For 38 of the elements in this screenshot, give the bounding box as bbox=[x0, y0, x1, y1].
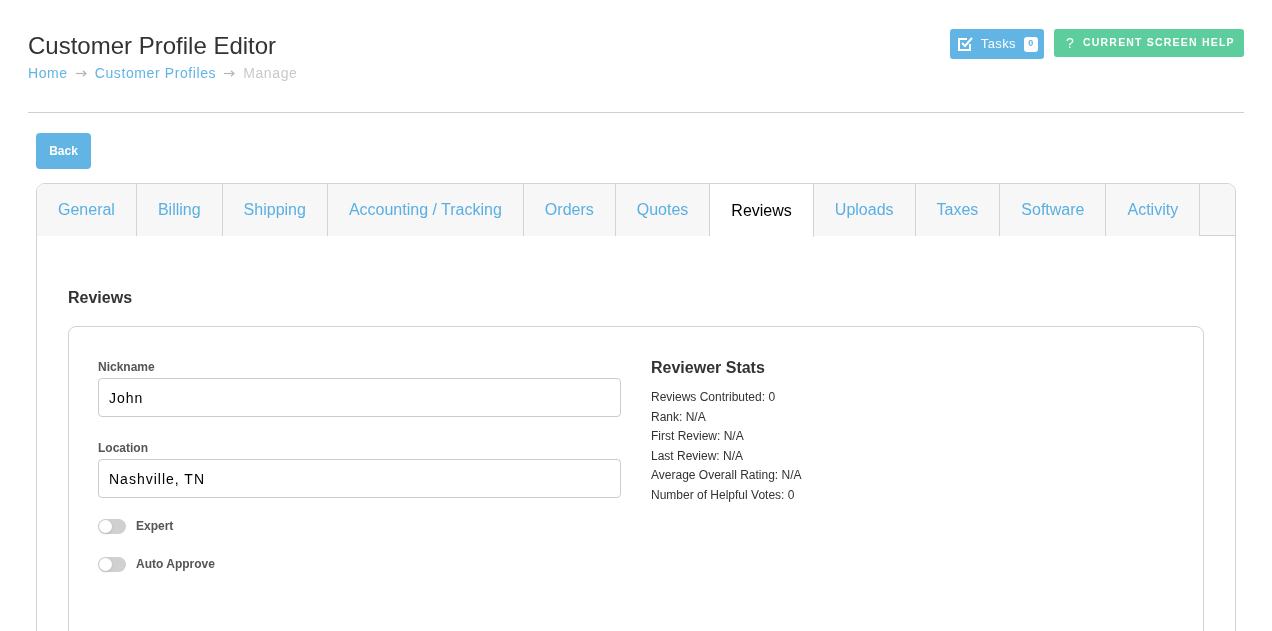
toggle-label: Expert bbox=[136, 518, 174, 534]
stat-line: Average Overall Rating: N/A bbox=[651, 467, 802, 484]
page-title: Customer Profile Editor bbox=[28, 31, 277, 61]
field-label: Nickname bbox=[98, 359, 155, 375]
tab[interactable]: Software bbox=[1000, 184, 1107, 236]
section-title: Reviews bbox=[68, 288, 133, 308]
question-mark-icon: ? bbox=[1066, 36, 1075, 50]
tab[interactable]: Quotes bbox=[615, 184, 711, 236]
toggle-switch[interactable] bbox=[98, 556, 126, 572]
stats-title: Reviewer Stats bbox=[651, 358, 765, 378]
breadcrumb-link[interactable]: Home bbox=[28, 63, 68, 83]
text-field[interactable]: John bbox=[98, 378, 621, 417]
tab[interactable]: Billing bbox=[136, 184, 223, 236]
tab[interactable]: Reviews bbox=[710, 184, 814, 237]
checked-box-icon bbox=[956, 36, 973, 52]
back-button[interactable]: Back bbox=[36, 133, 91, 169]
toggle-switch[interactable] bbox=[98, 518, 126, 534]
task-count: 0 bbox=[1024, 36, 1038, 52]
toggle-label: Auto Approve bbox=[136, 556, 215, 572]
tab[interactable]: Uploads bbox=[813, 184, 916, 236]
arrow-icon bbox=[75, 69, 87, 77]
tab[interactable]: Accounting / Tracking bbox=[327, 184, 524, 236]
tab[interactable]: Orders bbox=[523, 184, 616, 236]
tab[interactable]: General bbox=[37, 184, 137, 236]
stat-line: Reviews Contributed: 0 bbox=[651, 389, 776, 406]
help-button[interactable]: ? CURRENT SCREEN HELP bbox=[1054, 29, 1244, 57]
stat-line: Rank: N/A bbox=[651, 408, 706, 426]
stat-line: First Review: N/A bbox=[651, 428, 744, 445]
field-label: Location bbox=[98, 440, 148, 456]
tasks-button[interactable]: Tasks 0 bbox=[949, 29, 1044, 59]
tab[interactable]: Shipping bbox=[222, 184, 328, 236]
stat-line: Last Review: N/A bbox=[651, 447, 744, 465]
tab[interactable]: Taxes bbox=[915, 184, 1001, 236]
tab[interactable]: Activity bbox=[1106, 184, 1201, 236]
stat-line: Number of Helpful Votes: 0 bbox=[651, 486, 795, 504]
arrow-icon bbox=[224, 69, 236, 77]
text-field[interactable]: Nashville, TN bbox=[98, 459, 621, 498]
breadcrumb-link[interactable]: Customer Profiles bbox=[94, 63, 217, 83]
